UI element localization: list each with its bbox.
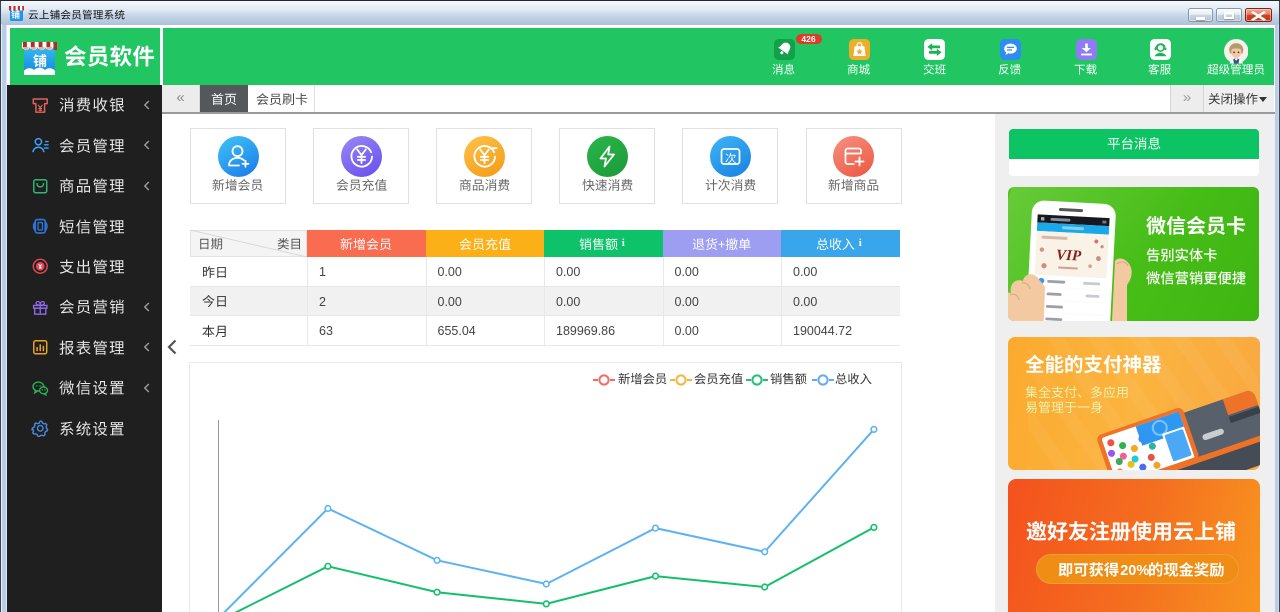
- svg-text:VIP: VIP: [1056, 247, 1083, 264]
